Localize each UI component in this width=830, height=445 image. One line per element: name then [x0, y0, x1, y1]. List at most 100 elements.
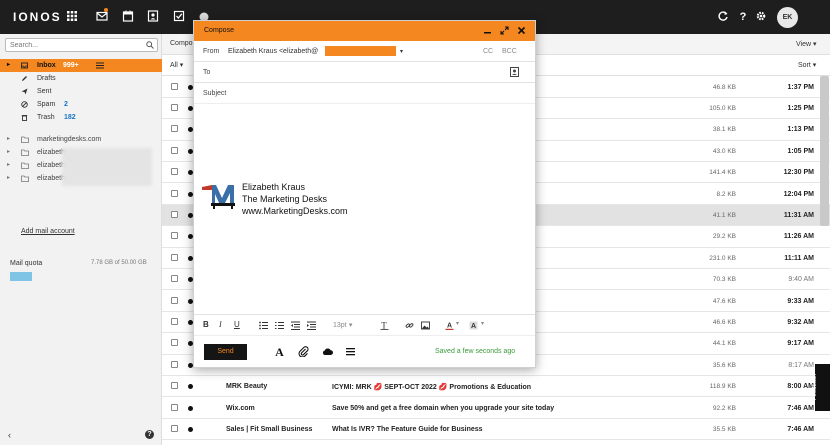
row-checkbox[interactable] [171, 82, 178, 90]
search-icon[interactable] [146, 41, 154, 49]
calendar-icon[interactable] [122, 10, 134, 22]
minimize-icon[interactable] [483, 26, 492, 35]
redacted-area [62, 148, 152, 186]
row-checkbox[interactable] [171, 360, 178, 368]
from-dropdown-icon[interactable]: ▾ [400, 48, 403, 55]
insert-link-icon[interactable] [405, 320, 414, 331]
font-size-dropdown[interactable]: 13pt ▾ [333, 320, 352, 331]
unread-dot-icon[interactable] [188, 426, 193, 432]
message-time: 9:32 AM [787, 318, 814, 326]
clear-formatting-icon[interactable]: T [380, 320, 389, 331]
row-checkbox[interactable] [171, 339, 178, 347]
row-checkbox[interactable] [171, 168, 178, 176]
outdent-icon[interactable] [291, 320, 300, 331]
row-checkbox[interactable] [171, 125, 178, 133]
expand-icon[interactable] [500, 26, 509, 35]
send-button[interactable]: Send [204, 344, 247, 360]
row-checkbox[interactable] [171, 403, 178, 411]
cloud-icon[interactable] [322, 346, 333, 357]
list-scrollbar[interactable] [820, 76, 829, 226]
filter-all-dropdown[interactable]: All ▾ [170, 61, 183, 69]
account-marketingdesks[interactable]: ▸ marketingdesks.com [0, 133, 162, 146]
row-checkbox[interactable] [171, 424, 178, 432]
folder-spam[interactable]: Spam 2 [0, 98, 162, 111]
folder-label: Inbox [37, 62, 56, 69]
to-field[interactable]: To [194, 62, 535, 83]
ionos-logo[interactable]: IONOS [13, 10, 62, 24]
message-sender: Wix.com [226, 404, 255, 412]
address-book-icon[interactable] [510, 67, 519, 77]
highlight-dropdown-icon[interactable]: ▾ [481, 320, 484, 331]
signature-website[interactable]: www.MarketingDesks.com [242, 205, 348, 217]
row-checkbox[interactable] [171, 317, 178, 325]
message-time: 11:26 AM [783, 233, 814, 241]
more-options-icon[interactable] [345, 346, 356, 357]
folder-trash[interactable]: Trash 182 [0, 111, 162, 124]
text-color-dropdown-icon[interactable]: ▾ [456, 320, 459, 331]
search-box[interactable] [5, 38, 158, 52]
row-checkbox[interactable] [171, 296, 178, 304]
message-row[interactable]: Wix.com Save 50% and get a free domain wh… [162, 398, 830, 419]
message-time: 1:05 PM [787, 147, 814, 155]
folder-icon [21, 162, 29, 169]
row-checkbox[interactable] [171, 103, 178, 111]
folder-drafts[interactable]: Drafts [0, 72, 162, 85]
message-size: 118.9 KB [709, 383, 736, 391]
bullet-list-icon[interactable] [259, 320, 268, 331]
compose-tab[interactable]: Compo [170, 40, 193, 47]
contacts-icon[interactable] [147, 10, 159, 22]
from-field[interactable]: From Elizabeth Kraus <elizabeth@ ▾ CC BC… [194, 41, 535, 62]
compose-dialog: Compose From Elizabeth Kraus <elizabeth@… [193, 20, 536, 368]
expand-caret-icon[interactable]: ▸ [7, 172, 10, 185]
spam-icon [21, 101, 28, 108]
apps-grid-icon[interactable] [66, 10, 78, 22]
help-icon[interactable]: ? [737, 10, 749, 22]
feedback-tab[interactable]: Feedback [812, 364, 830, 411]
indent-icon[interactable] [307, 320, 316, 331]
row-checkbox[interactable] [171, 210, 178, 218]
expand-caret-icon[interactable]: ▸ [7, 146, 10, 159]
expand-caret-icon[interactable]: ▸ [7, 59, 10, 72]
close-icon[interactable] [517, 26, 526, 35]
formatting-toggle-icon[interactable]: A [274, 346, 285, 357]
attachment-icon[interactable] [298, 346, 309, 357]
cc-toggle[interactable]: CC [483, 48, 493, 55]
insert-image-icon[interactable] [421, 320, 430, 331]
row-checkbox[interactable] [171, 232, 178, 240]
row-checkbox[interactable] [171, 253, 178, 261]
sort-dropdown[interactable]: Sort ▾ [798, 61, 816, 69]
refresh-icon[interactable] [717, 10, 729, 22]
row-checkbox[interactable] [171, 275, 178, 283]
help-icon[interactable]: ? [145, 430, 154, 439]
collapse-sidebar-icon[interactable]: ‹ [8, 430, 11, 440]
row-checkbox[interactable] [171, 382, 178, 390]
unread-dot-icon[interactable] [188, 405, 193, 411]
row-checkbox[interactable] [171, 189, 178, 197]
folder-inbox[interactable]: ▸ Inbox 999+ [0, 59, 162, 72]
underline-button[interactable]: U [234, 320, 240, 331]
message-size: 92.2 KB [712, 404, 736, 412]
formatting-toolbar: B I U 13pt ▾ T A ▾ A ▾ [194, 314, 535, 335]
message-row[interactable]: Sales | Fit Small Business What Is IVR? T… [162, 419, 830, 441]
subject-field[interactable]: Subject [194, 83, 535, 104]
tasks-icon[interactable] [173, 10, 185, 22]
unread-dot-icon[interactable] [188, 384, 193, 390]
highlight-color-icon[interactable]: A [469, 320, 478, 331]
numbered-list-icon[interactable] [275, 320, 284, 331]
row-checkbox[interactable] [171, 146, 178, 154]
folder-sent[interactable]: Sent [0, 85, 162, 98]
expand-caret-icon[interactable]: ▸ [7, 159, 10, 172]
view-dropdown[interactable]: View ▾ [796, 40, 817, 48]
bold-button[interactable]: B [203, 320, 209, 331]
mail-quota-bar [10, 272, 32, 281]
user-avatar[interactable]: EK [777, 7, 798, 28]
bcc-toggle[interactable]: BCC [502, 48, 517, 55]
search-input[interactable] [6, 39, 136, 51]
add-mail-account-link[interactable]: Add mail account [21, 228, 75, 235]
text-color-icon[interactable]: A [445, 320, 454, 331]
italic-button[interactable]: I [219, 320, 222, 331]
folder-menu-icon[interactable] [96, 62, 104, 69]
expand-caret-icon[interactable]: ▸ [7, 133, 10, 146]
settings-gear-icon[interactable] [755, 10, 767, 22]
message-row[interactable]: MRK Beauty ICYMI: MRK 💋 SEPT-OCT 2022 💋 P… [162, 376, 830, 398]
